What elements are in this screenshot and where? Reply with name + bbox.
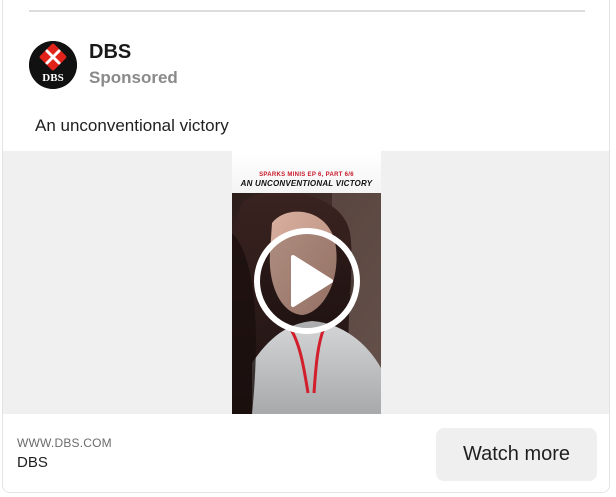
footer-domain[interactable]: WWW.DBS.COM	[17, 436, 112, 450]
top-divider	[29, 10, 585, 12]
advertiser-info: DBS Sponsored	[89, 40, 178, 90]
ad-caption: An unconventional victory	[35, 116, 229, 135]
footer-name[interactable]: DBS	[17, 454, 48, 471]
sponsored-label: Sponsored	[89, 68, 178, 87]
sponsored-ad-card: DBS DBS Sponsored An unconventional vict…	[2, 0, 610, 493]
media-area: SPARKS MINIS EP 6, PART 6/6 AN UNCONVENT…	[3, 151, 609, 414]
advertiser-avatar[interactable]: DBS	[29, 41, 77, 89]
ad-header: DBS DBS Sponsored	[29, 40, 178, 90]
logo-text: DBS	[42, 72, 63, 84]
video-subtitle: SPARKS MINIS EP 6, PART 6/6	[259, 172, 354, 178]
dbs-logo-icon: DBS	[29, 41, 77, 89]
advertiser-name[interactable]: DBS	[89, 40, 178, 64]
watch-more-button[interactable]: Watch more	[436, 428, 597, 481]
play-icon[interactable]	[253, 227, 361, 335]
ad-footer[interactable]: WWW.DBS.COM DBS Watch more	[3, 414, 609, 492]
video-title: AN UNCONVENTIONAL VICTORY	[240, 179, 373, 188]
video-title-band: SPARKS MINIS EP 6, PART 6/6 AN UNCONVENT…	[232, 151, 381, 193]
video-thumbnail[interactable]: SPARKS MINIS EP 6, PART 6/6 AN UNCONVENT…	[232, 151, 381, 414]
